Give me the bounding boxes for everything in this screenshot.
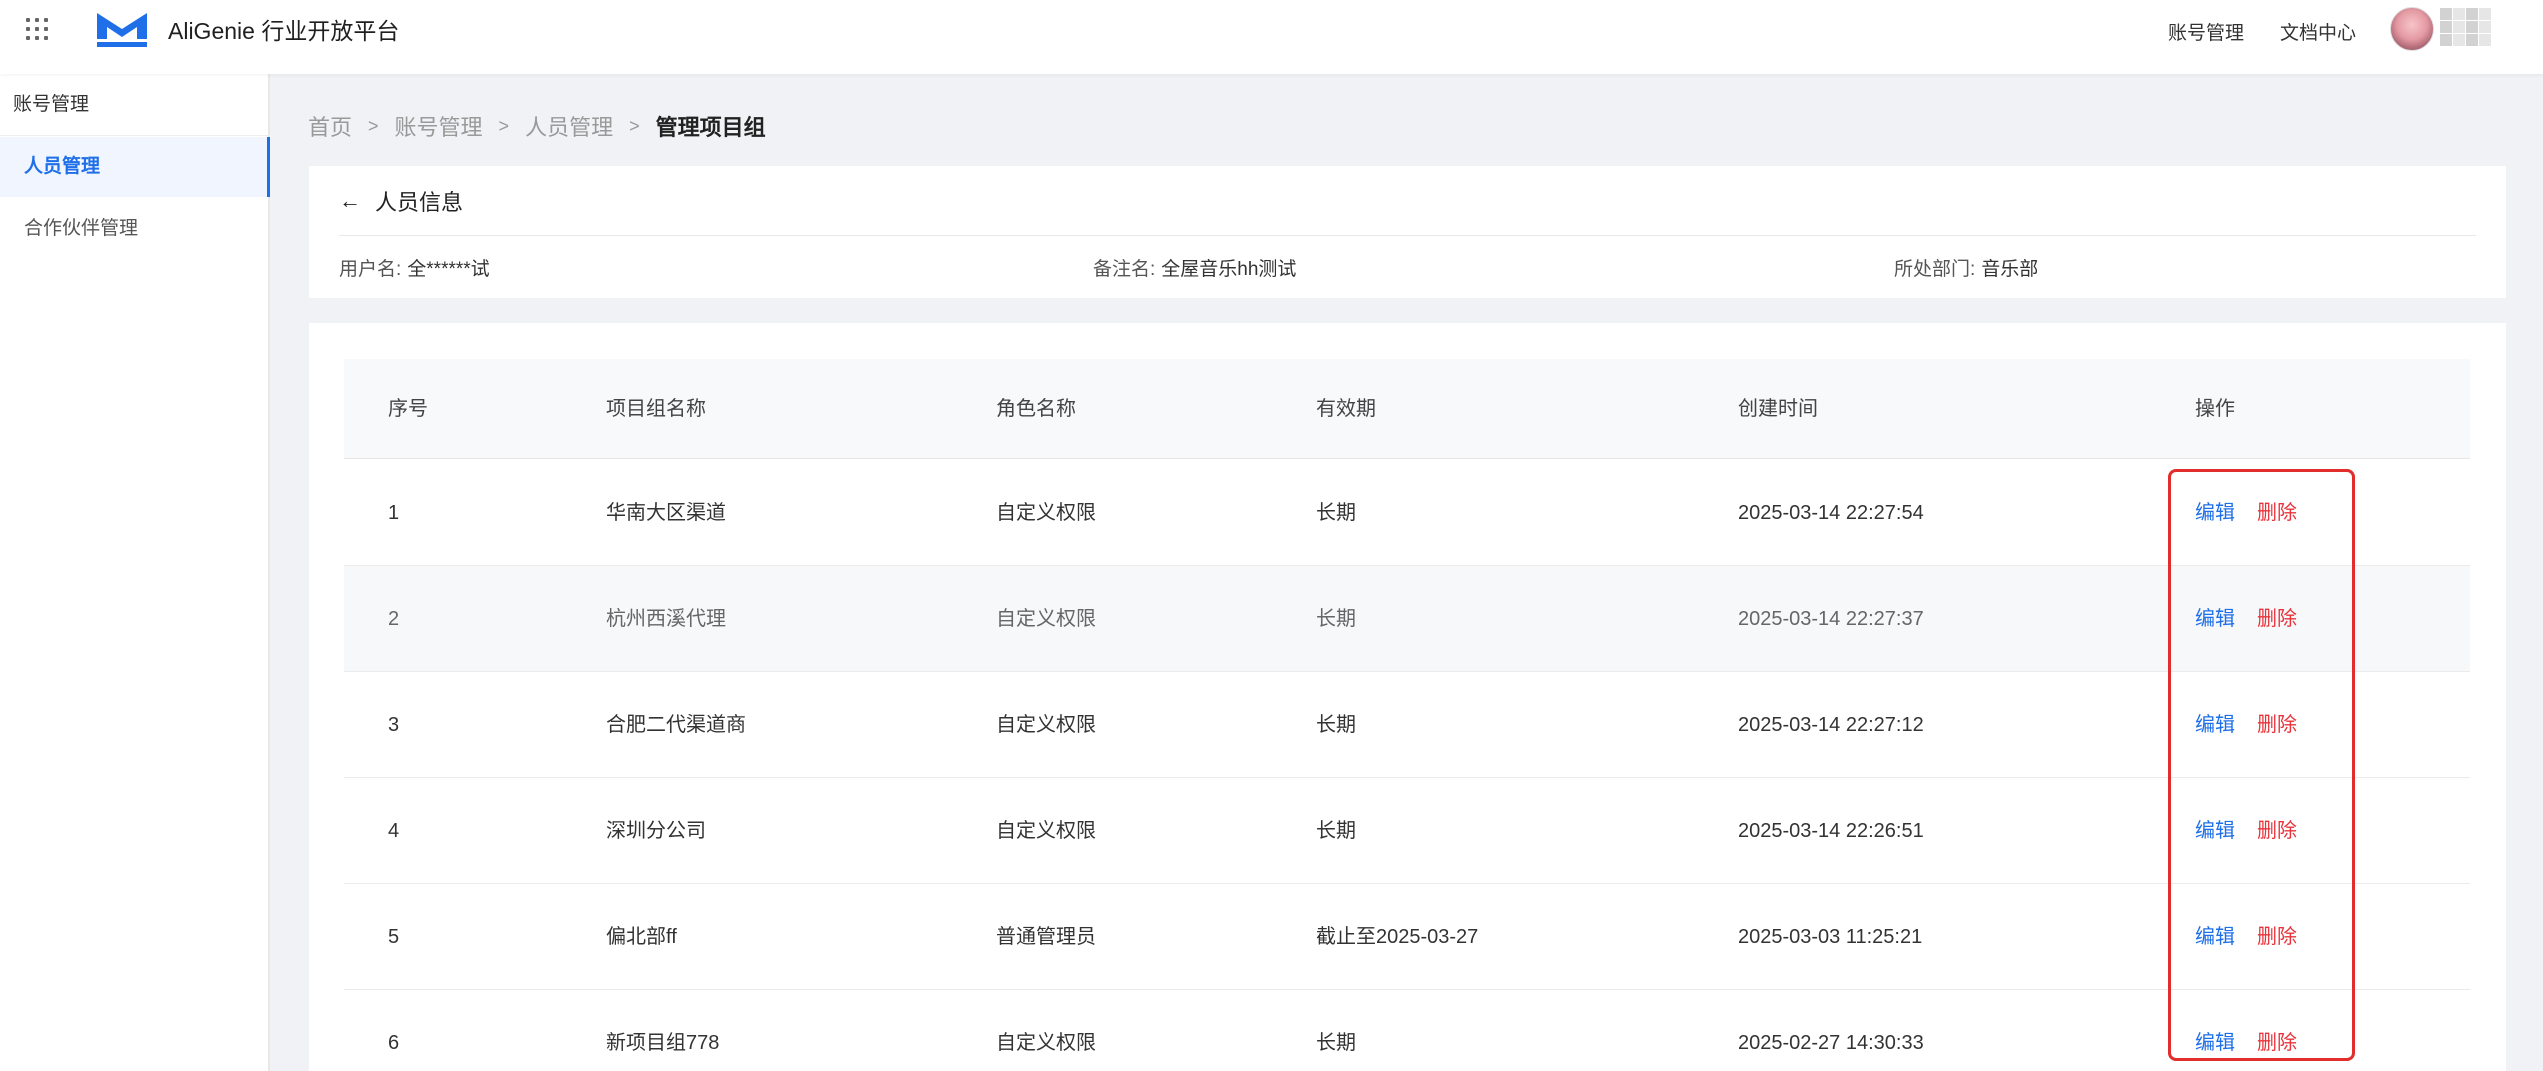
user-name-pixelated[interactable]: [2440, 8, 2491, 46]
cell-created-time: 2025-03-14 22:26:51: [1738, 820, 1924, 842]
remark-field: 备注名: 全屋音乐hh测试: [1093, 254, 1296, 281]
brand-title: AliGenie 行业开放平台: [168, 18, 400, 44]
column-header-group-name: 项目组名称: [606, 398, 706, 420]
column-header-created-time: 创建时间: [1738, 398, 1818, 420]
breadcrumb-separator: >: [629, 115, 640, 136]
delete-button[interactable]: 删除: [2257, 990, 2297, 1071]
column-header-index: 序号: [388, 398, 428, 420]
top-header: AliGenie 行业开放平台 账号管理 文档中心: [0, 0, 2543, 74]
cell-validity: 长期: [1316, 608, 1356, 630]
header-link-account-management[interactable]: 账号管理: [2168, 18, 2244, 45]
breadcrumb-separator: >: [498, 115, 510, 136]
delete-button[interactable]: 删除: [2257, 672, 2297, 778]
breadcrumb-current-page: 管理项目组: [655, 115, 766, 140]
person-info-card: ← 人员信息 用户名: 全******试 备注名: 全屋音乐hh测试 所处部门: 音乐…: [309, 166, 2506, 298]
cell-index: 5: [388, 926, 400, 948]
remark-value: 全屋音乐hh测试: [1161, 259, 1297, 280]
cell-role: 自定义权限: [996, 608, 1096, 630]
breadcrumb-home[interactable]: 首页: [308, 110, 352, 142]
table-row: 6 新项目组778 自定义权限 长期 2025-02-27 14:30:33 编…: [344, 990, 2470, 1071]
aligenie-logo: [97, 13, 147, 47]
project-group-table-card: 序号 项目组名称 角色名称 有效期 创建时间 操作 1 华南大区渠道 自定义权限…: [309, 323, 2506, 1071]
cell-validity: 长期: [1316, 1032, 1356, 1054]
cell-group-name: 深圳分公司: [606, 820, 706, 842]
username-field: 用户名: 全******试: [339, 254, 490, 281]
user-avatar[interactable]: [2390, 7, 2434, 51]
table-row: 2 杭州西溪代理 自定义权限 长期 2025-03-14 22:27:37 编辑…: [344, 566, 2470, 672]
delete-button[interactable]: 删除: [2257, 460, 2297, 566]
sidebar-item-personnel-management[interactable]: 人员管理: [0, 137, 270, 197]
cell-role: 自定义权限: [996, 820, 1096, 842]
breadcrumb-personnel-management[interactable]: 人员管理: [525, 110, 613, 142]
department-field: 所处部门: 音乐部: [1894, 254, 2038, 281]
edit-button[interactable]: 编辑: [2195, 990, 2235, 1071]
delete-button[interactable]: 删除: [2257, 778, 2297, 884]
username-label: 用户名:: [339, 259, 402, 280]
sidebar-item-partner-management[interactable]: 合作伙伴管理: [0, 199, 270, 259]
cell-validity: 长期: [1316, 502, 1356, 524]
back-arrow-icon[interactable]: ←: [339, 188, 361, 214]
cell-index: 6: [388, 1032, 400, 1054]
table-row: 1 华南大区渠道 自定义权限 长期 2025-03-14 22:27:54 编辑…: [344, 460, 2470, 566]
cell-created-time: 2025-03-03 11:25:21: [1738, 926, 1923, 948]
apps-grid-icon[interactable]: [26, 18, 48, 40]
table-row: 4 深圳分公司 自定义权限 长期 2025-03-14 22:26:51 编辑 …: [344, 778, 2470, 884]
cell-created-time: 2025-03-14 22:27:12: [1738, 714, 1924, 736]
cell-index: 3: [388, 714, 400, 736]
remark-label: 备注名:: [1093, 259, 1156, 280]
table-header: 序号 项目组名称 角色名称 有效期 创建时间 操作: [344, 359, 2470, 459]
cell-index: 4: [388, 820, 400, 842]
column-header-actions: 操作: [2195, 398, 2235, 420]
sidebar: 账号管理 人员管理 合作伙伴管理: [0, 74, 270, 1071]
divider: [339, 235, 2476, 236]
edit-button[interactable]: 编辑: [2195, 672, 2235, 778]
header-link-docs-center[interactable]: 文档中心: [2280, 18, 2356, 45]
cell-validity: 长期: [1316, 820, 1356, 842]
sidebar-group-account-management: 账号管理: [0, 90, 270, 136]
cell-group-name: 杭州西溪代理: [606, 608, 726, 630]
department-value: 音乐部: [1981, 259, 2039, 280]
cell-role: 普通管理员: [996, 926, 1096, 948]
cell-created-time: 2025-03-14 22:27:37: [1738, 608, 1924, 630]
username-value: 全******试: [407, 259, 490, 280]
table-row: 3 合肥二代渠道商 自定义权限 长期 2025-03-14 22:27:12 编…: [344, 672, 2470, 778]
edit-button[interactable]: 编辑: [2195, 460, 2235, 566]
cell-validity: 长期: [1316, 714, 1356, 736]
delete-button[interactable]: 删除: [2257, 884, 2297, 990]
cell-role: 自定义权限: [996, 1032, 1096, 1054]
delete-button[interactable]: 删除: [2257, 566, 2297, 672]
cell-created-time: 2025-03-14 22:27:54: [1738, 502, 1924, 524]
breadcrumb-separator: >: [368, 115, 379, 136]
info-title: 人员信息: [375, 190, 464, 215]
cell-validity: 截止至2025-03-27: [1316, 926, 1479, 948]
table-row: 5 偏北部ff 普通管理员 截止至2025-03-27 2025-03-03 1…: [344, 884, 2470, 990]
edit-button[interactable]: 编辑: [2195, 884, 2235, 990]
edit-button[interactable]: 编辑: [2195, 778, 2235, 884]
cell-group-name: 偏北部ff: [606, 926, 677, 948]
cell-role: 自定义权限: [996, 714, 1096, 736]
cell-group-name: 华南大区渠道: [606, 502, 726, 524]
column-header-role-name: 角色名称: [996, 398, 1076, 420]
cell-group-name: 新项目组778: [606, 1032, 720, 1054]
cell-group-name: 合肥二代渠道商: [606, 714, 746, 736]
department-label: 所处部门:: [1894, 259, 1976, 280]
cell-index: 2: [388, 608, 400, 630]
cell-role: 自定义权限: [996, 502, 1096, 524]
edit-button[interactable]: 编辑: [2195, 566, 2235, 672]
column-header-validity: 有效期: [1316, 398, 1376, 420]
breadcrumb-account-management[interactable]: 账号管理: [395, 110, 483, 142]
breadcrumb: 首页 > 账号管理 > 人员管理 > 管理项目组: [308, 110, 766, 142]
cell-index: 1: [388, 502, 400, 524]
info-header: ← 人员信息: [339, 184, 463, 218]
cell-created-time: 2025-02-27 14:30:33: [1738, 1032, 1924, 1054]
